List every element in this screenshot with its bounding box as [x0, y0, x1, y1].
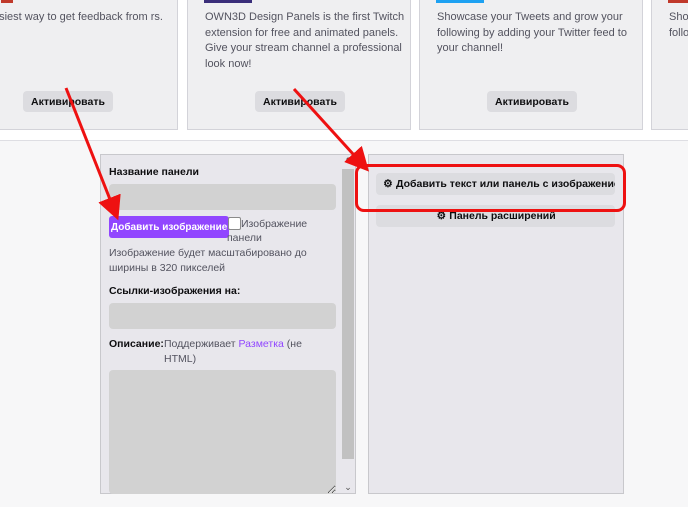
- scroll-thumb[interactable]: [342, 169, 354, 459]
- description-textarea[interactable]: [109, 370, 336, 494]
- panel-title-input[interactable]: [109, 184, 336, 210]
- add-text-or-image-panel-button[interactable]: ⚙ Добавить текст или панель с изображение…: [376, 173, 615, 195]
- panel-title-label: Название панели: [109, 166, 199, 178]
- activate-button[interactable]: Активировать: [23, 91, 113, 112]
- scroll-up-arrow-icon[interactable]: ⌃: [341, 155, 355, 167]
- activate-button[interactable]: Активировать: [487, 91, 577, 112]
- extension-card-twitter: Showcase your Tweets and grow your follo…: [419, 0, 643, 130]
- image-link-label: Ссылки-изображения на:: [109, 285, 241, 297]
- extension-panel-label: Панель расширений: [449, 210, 556, 222]
- extension-card-partial: Show follo: [651, 0, 688, 130]
- extension-thumbnail: [668, 0, 688, 3]
- image-link-input[interactable]: [109, 303, 336, 329]
- gear-icon: ⚙: [436, 210, 446, 222]
- extensions-carousel: asiest way to get feedback from rs. Акти…: [0, 0, 688, 141]
- extension-card-feedback: asiest way to get feedback from rs. Акти…: [0, 0, 178, 130]
- panel-editor: Название панели Добавить изображение Изо…: [100, 154, 356, 494]
- extension-description: asiest way to get feedback from rs.: [0, 11, 163, 23]
- add-text-or-image-panel-label: Добавить текст или панель с изображением: [396, 178, 615, 190]
- extension-thumbnail: [204, 0, 252, 3]
- description-row: Описание: Поддерживает Разметка (не HTML…: [109, 337, 334, 367]
- add-panel-column: ⚙ Добавить текст или панель с изображение…: [368, 154, 624, 494]
- description-label: Описание:: [109, 338, 164, 350]
- extension-panel-button[interactable]: ⚙ Панель расширений: [376, 205, 615, 227]
- markdown-link[interactable]: Разметка: [239, 338, 284, 350]
- panel-image-checkbox-label: Изображение панели: [227, 218, 308, 244]
- extension-description: Showcase your Tweets and grow your follo…: [437, 11, 627, 54]
- extension-thumbnail: [436, 0, 484, 3]
- description-supports-text: Поддерживает: [164, 338, 236, 350]
- description-hint: Поддерживает Разметка (не HTML): [164, 337, 334, 367]
- scroll-down-arrow-icon[interactable]: ⌄: [341, 481, 355, 493]
- extension-thumbnail: [1, 0, 13, 3]
- add-image-button[interactable]: Добавить изображение: [109, 216, 229, 238]
- extension-card-own3d: OWN3D Design Panels is the first Twitch …: [187, 0, 411, 130]
- panel-editor-scrollbar[interactable]: ⌃ ⌄: [341, 155, 355, 493]
- extension-description: Show follo: [669, 11, 688, 39]
- add-panel-icon: ⚙: [383, 178, 393, 190]
- image-scale-note: Изображение будет масштабировано до шири…: [109, 247, 307, 274]
- activate-button[interactable]: Активировать: [255, 91, 345, 112]
- extension-description: OWN3D Design Panels is the first Twitch …: [205, 11, 405, 70]
